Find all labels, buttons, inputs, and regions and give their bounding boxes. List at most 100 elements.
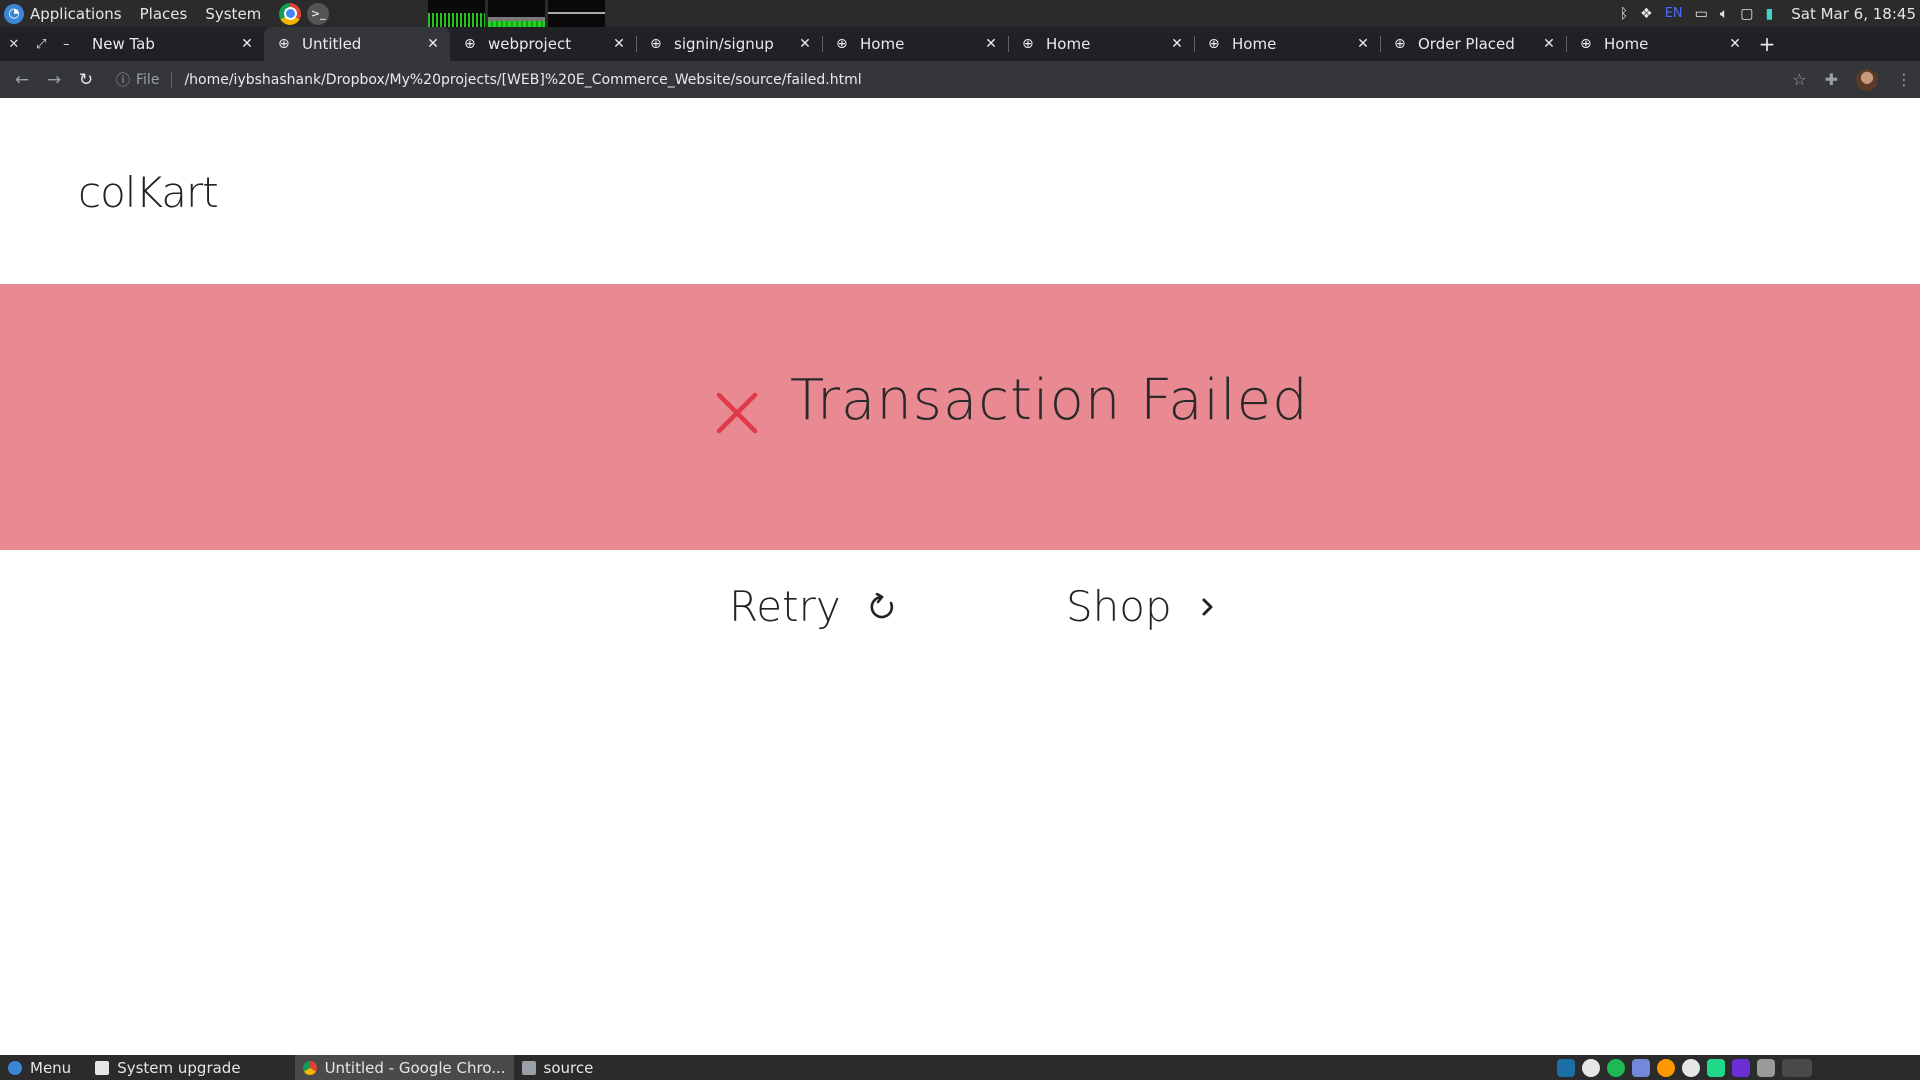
site-logo[interactable]: colKart bbox=[78, 168, 219, 217]
chrome-taskbar-icon[interactable] bbox=[1782, 1058, 1812, 1077]
clock[interactable]: Sat Mar 6, 18:45 bbox=[1791, 5, 1916, 23]
tab-close-icon[interactable]: ✕ bbox=[982, 36, 1000, 52]
screenshot-app-icon[interactable] bbox=[1757, 1058, 1775, 1077]
tab-close-icon[interactable]: ✕ bbox=[610, 36, 628, 52]
tab-close-icon[interactable]: ✕ bbox=[1354, 36, 1372, 52]
profile-avatar[interactable] bbox=[1856, 68, 1878, 91]
distro-logo-icon[interactable]: ◔ bbox=[4, 3, 24, 24]
globe-icon: ⊕ bbox=[278, 36, 290, 52]
vscode-icon[interactable] bbox=[1682, 1058, 1700, 1077]
tab-title: Home bbox=[1604, 35, 1649, 53]
window-close-icon[interactable]: ✕ bbox=[8, 37, 19, 52]
taskbar-window-source[interactable]: source bbox=[514, 1055, 602, 1080]
globe-icon: ⊕ bbox=[1394, 36, 1406, 52]
start-menu-label: Menu bbox=[30, 1058, 72, 1077]
web-page: colKart Transaction Failed Retry Shop bbox=[0, 98, 1920, 1055]
tab-title: Home bbox=[1232, 35, 1277, 53]
site-info-icon[interactable]: ⓘ bbox=[116, 70, 130, 90]
tab-title: New Tab bbox=[92, 35, 155, 53]
tab-close-icon[interactable]: ✕ bbox=[1540, 36, 1558, 52]
forward-arrow-icon[interactable]: → bbox=[38, 70, 70, 90]
keyboard-layout-indicator[interactable]: EN bbox=[1665, 6, 1683, 21]
shop-label: Shop bbox=[1066, 582, 1172, 631]
battery-icon[interactable]: ▮ bbox=[1766, 6, 1774, 22]
mail-app-icon[interactable] bbox=[1582, 1058, 1600, 1077]
globe-icon: ⊕ bbox=[836, 36, 848, 52]
tab-close-icon[interactable]: ✕ bbox=[424, 36, 442, 52]
browser-tab[interactable]: New Tab ✕ bbox=[78, 27, 264, 61]
tab-close-icon[interactable]: ✕ bbox=[1168, 36, 1186, 52]
taskbar-app-tray bbox=[1557, 1055, 1812, 1080]
intellij-icon[interactable] bbox=[1732, 1058, 1750, 1077]
kebab-menu-icon[interactable]: ⋮ bbox=[1896, 70, 1912, 89]
browser-tab[interactable]: ⊕ webproject ✕ bbox=[450, 27, 636, 61]
browser-toolbar: ← → ↻ ⓘ File /home/iybshashank/Dropbox/M… bbox=[0, 61, 1920, 98]
menu-system[interactable]: System bbox=[205, 5, 261, 23]
chrome-icon bbox=[302, 1060, 317, 1075]
close-x-icon bbox=[716, 392, 758, 434]
browser-tab[interactable]: ⊕ Home ✕ bbox=[1566, 27, 1752, 61]
reload-icon[interactable]: ↻ bbox=[70, 70, 102, 90]
globe-icon: ⊕ bbox=[1022, 36, 1034, 52]
browser-tab[interactable]: ⊕ Home ✕ bbox=[1194, 27, 1380, 61]
menu-applications[interactable]: Applications bbox=[30, 5, 122, 23]
window-maximize-icon[interactable]: ⤢ bbox=[36, 37, 46, 52]
toolbar-right-actions: ☆ ✚ ⋮ bbox=[1792, 61, 1912, 98]
memory-graph bbox=[488, 0, 545, 27]
notifications-icon[interactable]: ▢ bbox=[1740, 6, 1753, 22]
globe-icon: ⊕ bbox=[1208, 36, 1220, 52]
browser-tab-strip: ✕ ⤢ – New Tab ✕ ⊕ Untitled ✕ ⊕ webprojec… bbox=[0, 27, 1920, 61]
transaction-status-message: Transaction Failed bbox=[790, 368, 1309, 433]
shop-button[interactable]: Shop bbox=[1066, 582, 1216, 631]
failure-banner: Transaction Failed bbox=[0, 284, 1920, 550]
terminal-app-icon[interactable] bbox=[1557, 1058, 1575, 1077]
browser-tab[interactable]: ⊕ signin/signup ✕ bbox=[636, 27, 822, 61]
start-menu-button[interactable]: Menu bbox=[0, 1055, 79, 1080]
address-scheme-label: File bbox=[136, 71, 160, 88]
tab-close-icon[interactable]: ✕ bbox=[796, 36, 814, 52]
display-icon[interactable]: ▭ bbox=[1695, 6, 1708, 22]
taskbar-window-system-upgrade[interactable]: System upgrade bbox=[87, 1055, 248, 1080]
window-controls: ✕ ⤢ – bbox=[0, 27, 78, 61]
browser-tab[interactable]: ⊕ Home ✕ bbox=[822, 27, 1008, 61]
tab-title: Order Placed bbox=[1418, 35, 1515, 53]
back-arrow-icon[interactable]: ← bbox=[6, 70, 38, 90]
dropbox-icon[interactable]: ❖ bbox=[1640, 6, 1653, 22]
retry-button[interactable]: Retry bbox=[729, 582, 895, 631]
globe-icon: ⊕ bbox=[1580, 36, 1592, 52]
globe-icon: ⊕ bbox=[464, 36, 476, 52]
pycharm-icon[interactable] bbox=[1707, 1058, 1725, 1077]
system-tray: ᛒ ❖ EN ▭ 🔈︎ ▢ ▮ Sat Mar 6, 18:45 bbox=[1620, 0, 1920, 27]
cpu-graph bbox=[428, 0, 485, 27]
tab-title: Untitled bbox=[302, 35, 362, 53]
bookmark-star-icon[interactable]: ☆ bbox=[1792, 70, 1806, 89]
chrome-launcher-icon[interactable] bbox=[279, 2, 302, 25]
sublime-icon[interactable] bbox=[1657, 1058, 1675, 1077]
browser-tab[interactable]: ⊕ Home ✕ bbox=[1008, 27, 1194, 61]
globe-icon: ⊕ bbox=[650, 36, 662, 52]
chevron-right-icon bbox=[1202, 598, 1213, 615]
tab-close-icon[interactable]: ✕ bbox=[238, 36, 256, 52]
extensions-puzzle-icon[interactable]: ✚ bbox=[1825, 70, 1838, 89]
browser-tab-active[interactable]: ⊕ Untitled ✕ bbox=[264, 27, 450, 61]
volume-icon[interactable]: 🔈︎ bbox=[1720, 6, 1728, 22]
new-tab-button[interactable]: + bbox=[1752, 27, 1782, 61]
address-bar-url[interactable]: /home/iybshashank/Dropbox/My%20projects/… bbox=[184, 72, 861, 88]
tab-title: Home bbox=[860, 35, 905, 53]
system-monitor-applet bbox=[428, 0, 605, 27]
bluetooth-icon[interactable]: ᛒ bbox=[1620, 6, 1628, 22]
taskbar-window-label: Untitled - Google Chro... bbox=[324, 1058, 506, 1077]
terminal-launcher-icon[interactable]: >_ bbox=[307, 2, 330, 25]
bottom-taskbar: Menu System upgrade Untitled - Google Ch… bbox=[0, 1055, 1920, 1080]
window-minimize-icon[interactable]: – bbox=[63, 37, 70, 52]
tab-close-icon[interactable]: ✕ bbox=[1726, 36, 1744, 52]
taskbar-window-chrome[interactable]: Untitled - Google Chro... bbox=[294, 1055, 514, 1080]
retry-label: Retry bbox=[729, 582, 841, 631]
spotify-icon[interactable] bbox=[1607, 1058, 1625, 1077]
discord-icon[interactable] bbox=[1632, 1058, 1650, 1077]
taskbar-window-label: source bbox=[543, 1058, 594, 1077]
network-graph bbox=[548, 0, 605, 27]
browser-tab[interactable]: ⊕ Order Placed ✕ bbox=[1380, 27, 1566, 61]
upgrade-window-icon bbox=[95, 1060, 110, 1075]
menu-places[interactable]: Places bbox=[140, 5, 188, 23]
